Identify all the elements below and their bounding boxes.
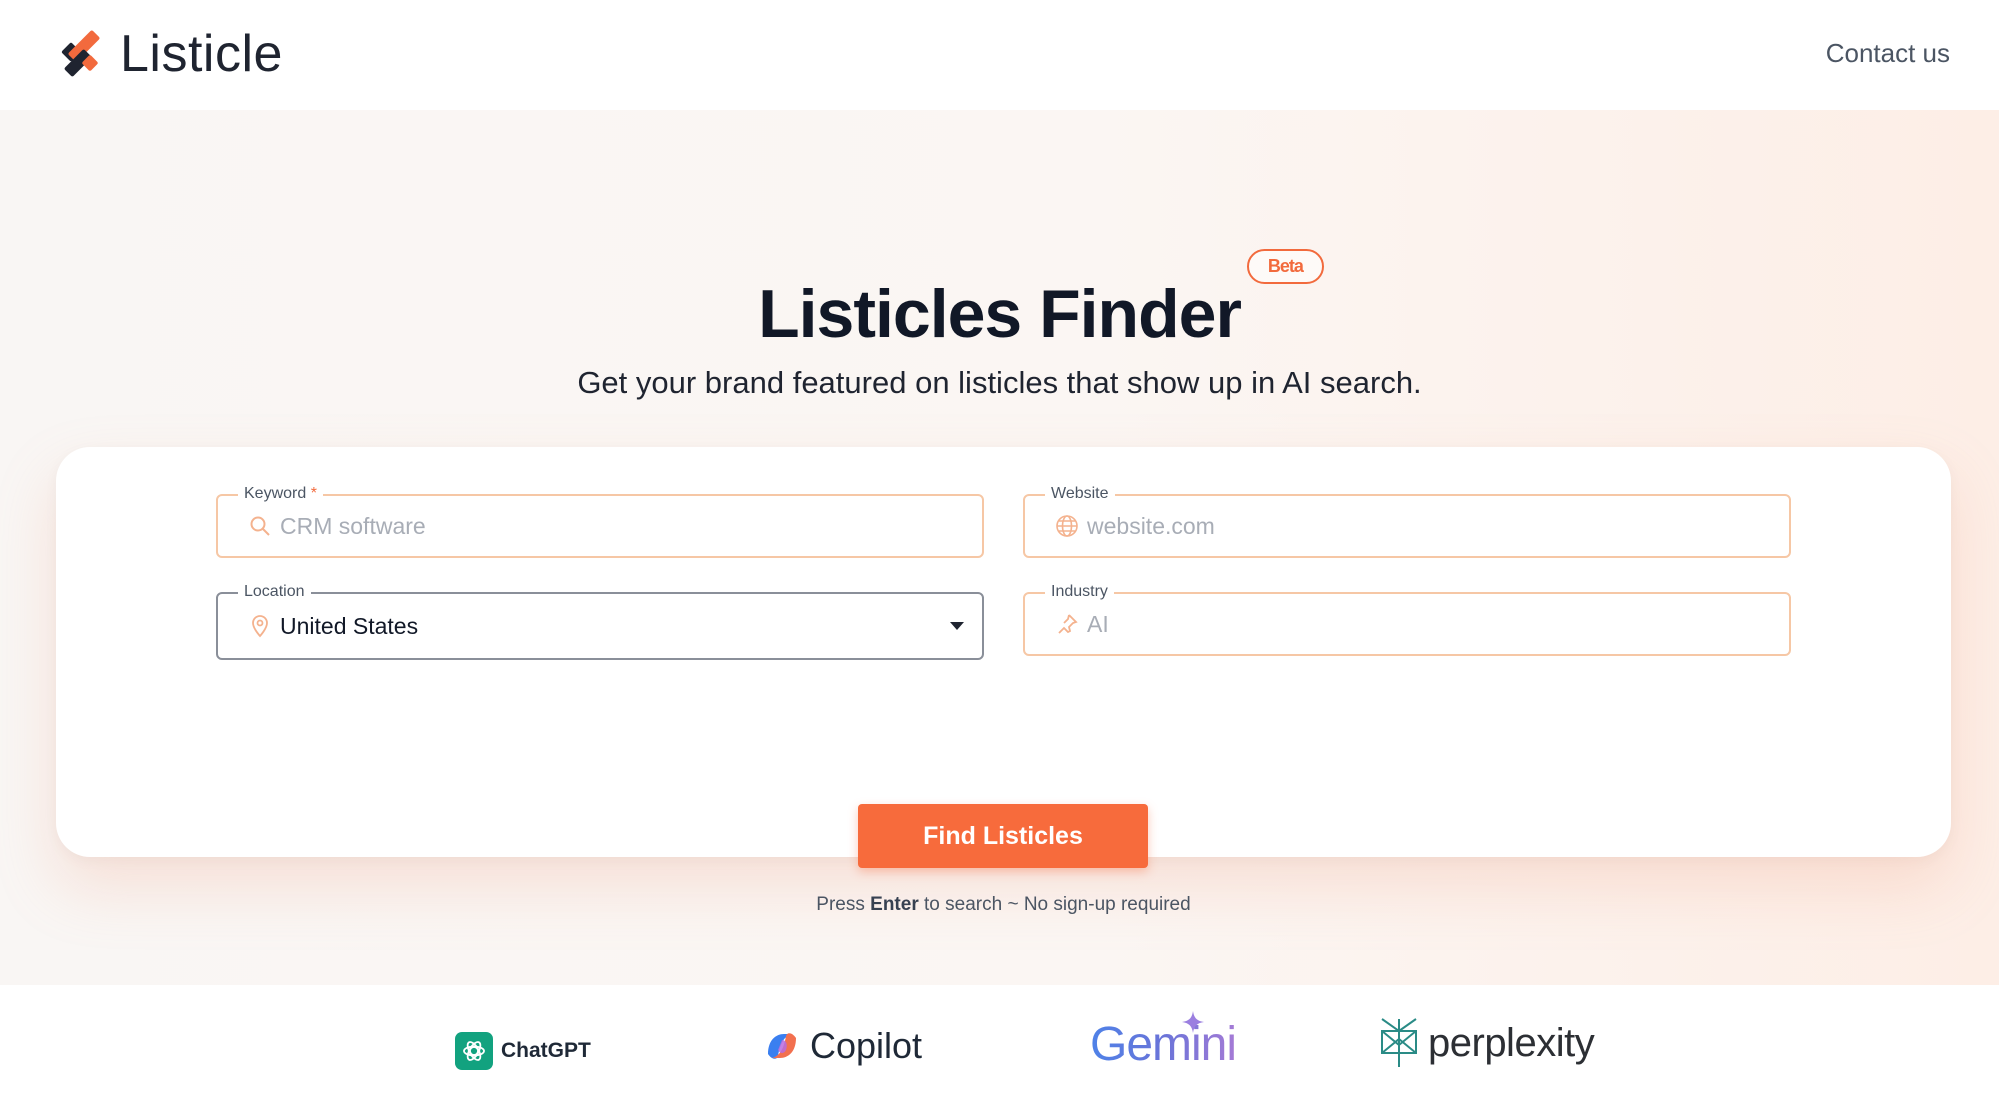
hint-enter-key: Enter — [870, 894, 919, 915]
search-hint: Press Enter to search ~ No sign-up requi… — [56, 894, 1951, 916]
site-header: Listicle Contact us — [0, 0, 1999, 110]
hero-section: Listicles Finder Beta Get your brand fea… — [0, 110, 1999, 985]
copilot-logo-icon — [768, 1033, 796, 1059]
page-title: Listicles Finder Beta — [758, 249, 1324, 353]
industry-field: Industry — [1023, 582, 1791, 656]
location-select[interactable]: Location United States — [216, 582, 984, 660]
copilot-brand: Copilot — [762, 1025, 922, 1067]
location-value: United States — [280, 612, 419, 639]
perplexity-logo-icon — [1381, 1018, 1417, 1067]
keyword-input[interactable] — [280, 496, 940, 556]
gemini-brand: Gemini — [1090, 1011, 1237, 1072]
map-pin-icon — [252, 615, 268, 638]
search-icon — [250, 516, 270, 536]
beta-badge: Beta — [1246, 249, 1324, 284]
chevron-down-icon[interactable] — [950, 622, 964, 630]
perplexity-name: perplexity — [1428, 1020, 1595, 1065]
hero-subtitle: Get your brand featured on listicles tha… — [577, 365, 1422, 400]
chatgpt-brand: ChatGPT — [455, 1032, 591, 1070]
keyword-field: Keyword * — [216, 484, 984, 558]
hint-suffix: to search ~ No sign-up required — [918, 894, 1191, 915]
listicle-logo-icon — [61, 30, 100, 77]
hero-title-wrap: Listicles Finder Beta — [0, 249, 1999, 353]
industry-input[interactable] — [1087, 594, 1747, 654]
globe-icon — [1056, 515, 1078, 537]
perplexity-brand: perplexity — [1378, 1017, 1595, 1069]
hint-prefix: Press — [816, 894, 871, 915]
gemini-name: Gemini — [1090, 1018, 1237, 1071]
ai-brands-strip: ChatGPT Copilot Gemini perplexity — [0, 985, 1999, 1094]
page-title-text: Listicles Finder — [758, 276, 1242, 352]
website-input[interactable] — [1087, 496, 1747, 556]
contact-us-link[interactable]: Contact us — [1826, 38, 1950, 69]
gemini-sparkle-icon — [1182, 1011, 1204, 1033]
pushpin-icon — [1058, 614, 1078, 634]
find-listicles-button[interactable]: Find Listicles — [858, 804, 1148, 868]
search-card: Keyword * Website Location United States — [56, 447, 1951, 915]
website-field: Website — [1023, 484, 1791, 558]
chatgpt-logo-icon — [455, 1032, 493, 1070]
logo-link[interactable]: Listicle — [56, 25, 283, 83]
copilot-name: Copilot — [810, 1025, 923, 1066]
chatgpt-name: ChatGPT — [501, 1039, 591, 1062]
logo-text: Listicle — [120, 25, 283, 83]
